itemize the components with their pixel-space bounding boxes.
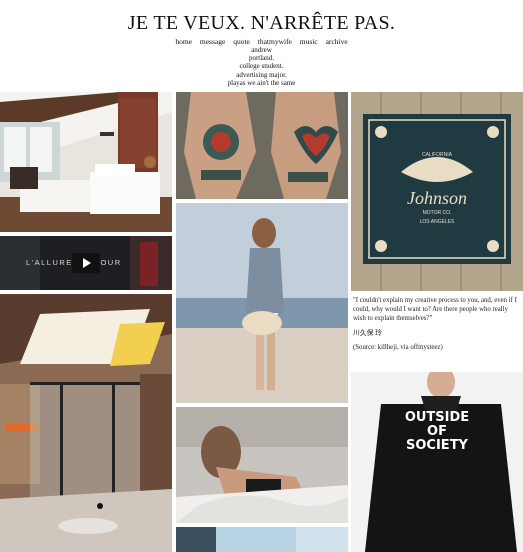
nav-message[interactable]: message: [200, 37, 225, 46]
bio-line: andrew: [251, 46, 272, 54]
bio-line: playas we ain't the same: [227, 78, 296, 87]
jacket-text-2: OF: [427, 424, 447, 439]
bandana-label-bottom: LOS ANGELES: [419, 219, 455, 225]
jacket-text-3: SOCIETY: [406, 438, 468, 453]
hand-tattoos-image: [176, 92, 348, 199]
quote-author: 川久保 玲: [353, 329, 382, 337]
partial-image: [176, 527, 348, 552]
bio-line: portland.: [248, 54, 275, 63]
bandana-label-top: CALIFORNIA: [421, 152, 452, 158]
post-quote: "I couldn't explain my creative process …: [353, 296, 519, 352]
bandana-label-mid: MOTOR CO.: [422, 210, 452, 216]
quote-source[interactable]: (Source: killheji, via offmysteez): [353, 343, 519, 352]
woman-in-bed-image: [176, 407, 348, 523]
nav-music[interactable]: music: [300, 37, 318, 46]
post-woman-in-bed-photo[interactable]: [176, 407, 348, 523]
glass-shower-image: [0, 294, 172, 552]
bio-text: andrew portland. college student. advert…: [0, 46, 523, 87]
post-glass-shower-photo[interactable]: [0, 294, 172, 552]
nav-home[interactable]: home: [175, 37, 192, 46]
nav-quote[interactable]: quote: [233, 37, 250, 46]
post-beach-woman-photo[interactable]: [176, 203, 348, 403]
post-partial-photo[interactable]: [176, 527, 348, 552]
post-hand-tattoos-photo[interactable]: [176, 92, 348, 199]
bandana-brand: Johnson: [407, 188, 467, 208]
loft-interior-image: [0, 92, 172, 232]
post-video[interactable]: L'ALLURE D'AMOUR: [0, 236, 172, 290]
nav-menu: home message quote thatmywife music arch…: [0, 37, 523, 46]
jacket-image: [351, 372, 523, 552]
play-icon[interactable]: [72, 253, 100, 273]
post-bandana-photo[interactable]: CALIFORNIA Johnson MOTOR CO. LOS ANGELES: [351, 92, 523, 291]
bio-line: college student.: [239, 62, 284, 71]
beach-woman-image: [176, 203, 348, 403]
blog-header: JE TE VEUX. N'ARRÊTE PAS. home message q…: [0, 0, 523, 92]
post-loft-interior-photo[interactable]: [0, 92, 172, 232]
quote-text: "I couldn't explain my creative process …: [353, 297, 517, 323]
jacket-text-1: OUTSIDE: [404, 410, 470, 425]
bio-line: advertising major.: [236, 70, 287, 79]
nav-archive[interactable]: archive: [326, 37, 348, 46]
blog-title[interactable]: JE TE VEUX. N'ARRÊTE PAS.: [0, 12, 523, 35]
post-jacket-photo[interactable]: OUTSIDE OF SOCIETY: [351, 372, 523, 552]
nav-thatmywife[interactable]: thatmywife: [258, 37, 292, 46]
